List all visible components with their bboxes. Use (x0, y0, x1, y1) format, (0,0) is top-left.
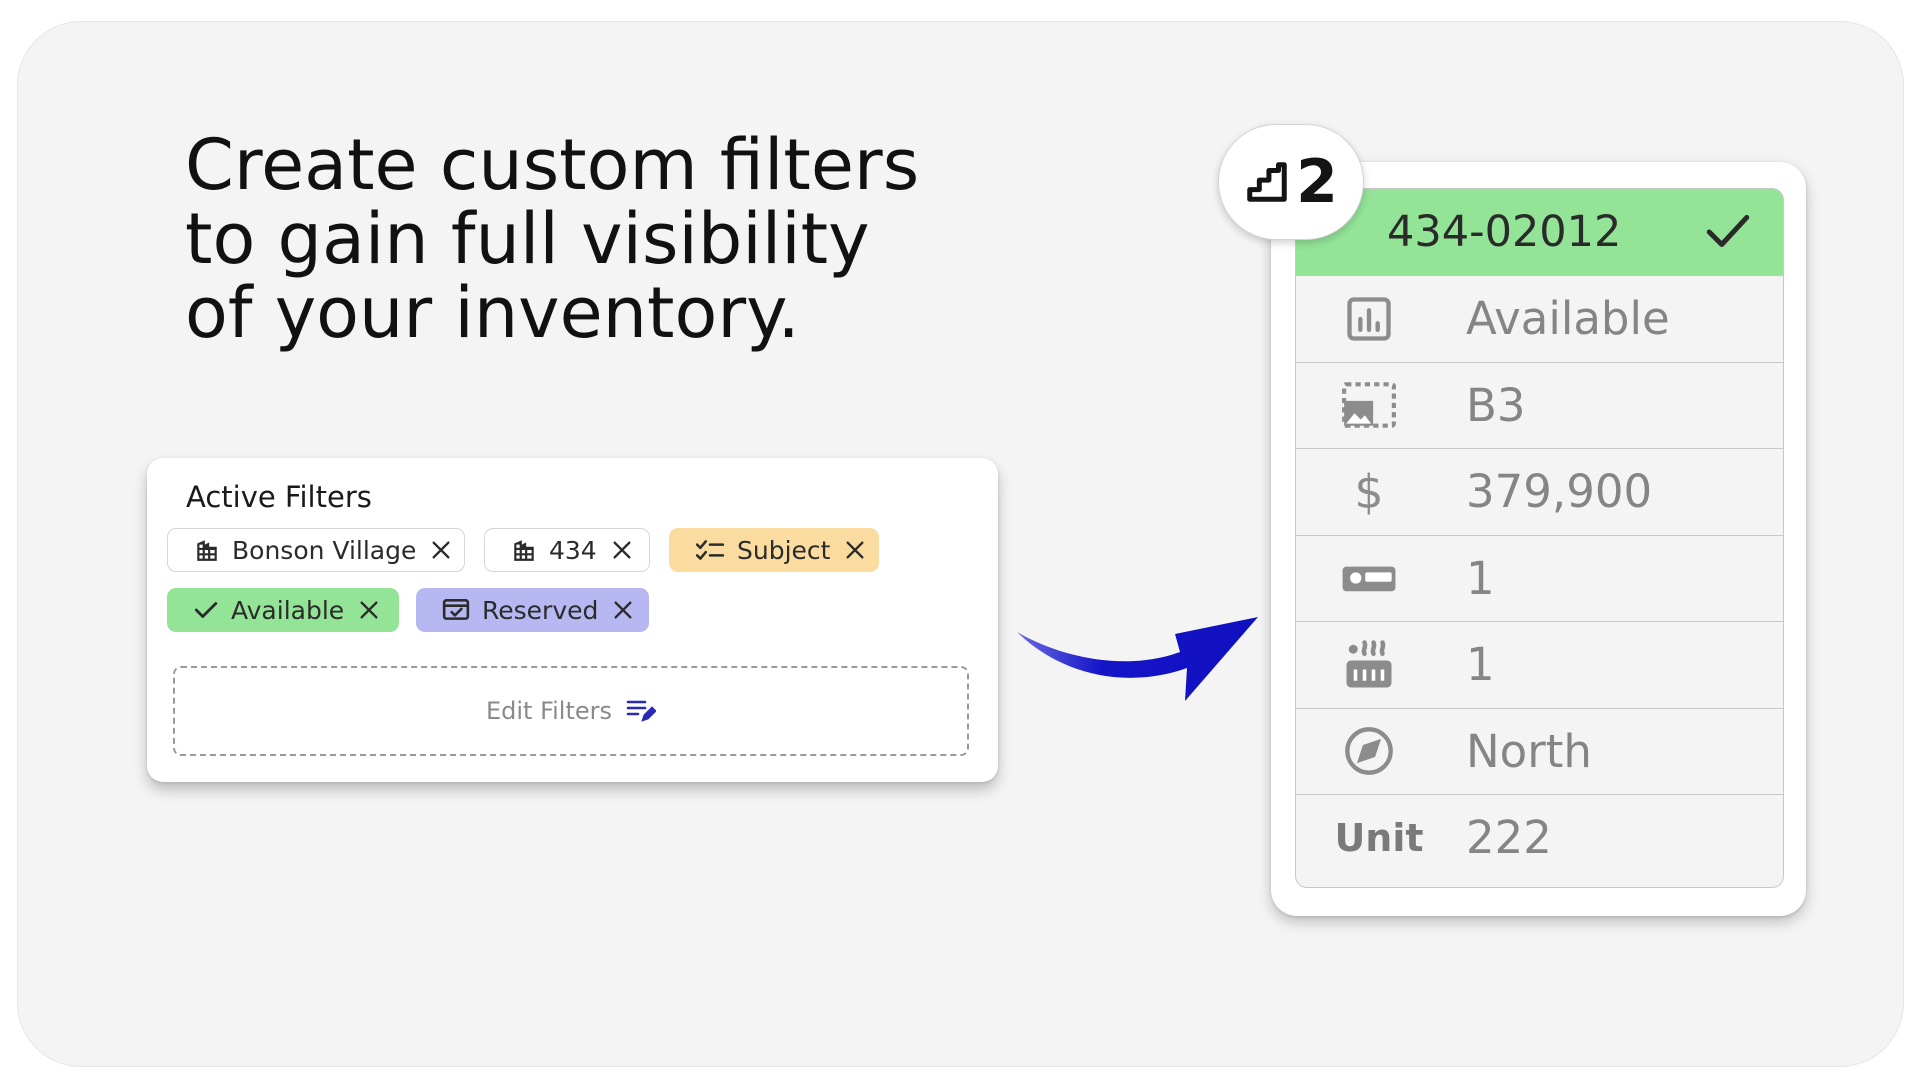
unit-row-price: $ 379,900 (1296, 448, 1783, 535)
chart-icon (1336, 289, 1402, 349)
unit-status-value: Available (1466, 292, 1670, 346)
unit-row-status: Available (1296, 275, 1783, 362)
filter-chip-label: Available (231, 595, 345, 625)
filter-chip-label: Reserved (482, 595, 599, 625)
headline-line-3: of your inventory. (185, 272, 800, 354)
filter-chip-reserved[interactable]: Reserved (416, 588, 649, 632)
close-icon[interactable] (430, 539, 452, 561)
close-icon[interactable] (844, 539, 866, 561)
unit-bathrooms-value: 1 (1466, 638, 1495, 692)
dollar-icon: $ (1354, 464, 1384, 519)
building-icon (197, 540, 217, 561)
close-icon[interactable] (358, 599, 380, 621)
check-icon (194, 602, 218, 618)
unit-number-label: Unit (1334, 815, 1424, 860)
unit-header: 434-02012 (1296, 189, 1783, 275)
unit-detail-table: 434-02012 Available B3 $ 379,900 1 1 Nor… (1295, 188, 1784, 888)
unit-label-cell: Unit (1334, 808, 1424, 868)
floor-badge: 2 (1218, 124, 1364, 240)
floor-number: 2 (1296, 147, 1338, 217)
headline-line-1: Create custom filters (185, 124, 920, 206)
check-icon (1706, 214, 1750, 247)
unit-number-value: 222 (1466, 811, 1552, 865)
unit-row-floorplan: B3 (1296, 361, 1783, 449)
edit-filters-label: Edit Filters (485, 697, 613, 725)
compass-icon (1336, 721, 1402, 781)
active-filters-card: Active Filters Bonson Village 434 Subjec… (147, 458, 998, 782)
close-icon[interactable] (611, 539, 633, 561)
unit-row-number: Unit 222 (1296, 794, 1783, 881)
card-check-icon (442, 599, 470, 620)
checklist-icon (695, 540, 725, 560)
edit-filters-button[interactable]: Edit Filters (173, 666, 969, 756)
page-headline: Create custom filters to gain full visib… (185, 128, 1005, 350)
filter-chip-bonson-village[interactable]: Bonson Village (167, 528, 465, 572)
headline-line-2: to gain full visibility (185, 198, 870, 280)
stairs-icon (1247, 162, 1287, 202)
filter-chip-label: Subject (737, 535, 831, 565)
unit-row-orientation: North (1296, 707, 1783, 795)
curved-arrow-icon (1017, 617, 1258, 701)
bath-icon (1336, 635, 1402, 695)
filter-chip-label: Bonson Village (232, 535, 417, 565)
unit-price-value: 379,900 (1466, 465, 1653, 519)
unit-row-bedrooms: 1 (1296, 534, 1783, 622)
close-icon[interactable] (612, 599, 634, 621)
unit-orientation-value: North (1466, 724, 1592, 778)
filter-chip-434[interactable]: 434 (484, 528, 650, 572)
filter-chip-available[interactable]: Available (167, 588, 399, 632)
unit-detail-card[interactable]: 434-02012 Available B3 $ 379,900 1 1 Nor… (1271, 162, 1806, 916)
unit-floorplan-value: B3 (1466, 378, 1526, 432)
unit-row-bathrooms: 1 (1296, 621, 1783, 708)
building-icon (514, 540, 534, 561)
bed-icon (1336, 548, 1402, 608)
filter-chip-subject[interactable]: Subject (669, 528, 879, 572)
filter-chip-label: 434 (549, 535, 597, 565)
active-filters-title: Active Filters (186, 480, 372, 514)
unit-id: 434-02012 (1387, 207, 1622, 257)
edit-list-icon (626, 700, 657, 722)
unit-bedrooms-value: 1 (1466, 551, 1495, 605)
floorplan-icon (1336, 375, 1402, 435)
